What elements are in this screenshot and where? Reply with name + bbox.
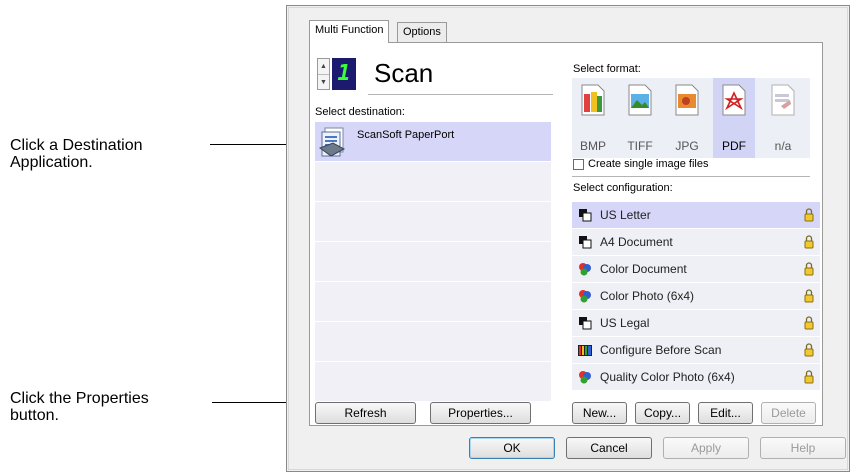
destination-empty-row xyxy=(315,322,551,362)
configure-before-scan-icon xyxy=(578,345,592,356)
lock-icon xyxy=(804,343,814,357)
jpg-file-icon xyxy=(675,84,699,116)
format-na[interactable]: n/a xyxy=(762,78,804,158)
configuration-item[interactable]: US Legal xyxy=(572,310,820,336)
lock-icon xyxy=(804,370,814,384)
spinner-up-icon[interactable]: ▲ xyxy=(318,59,329,74)
destination-empty-row xyxy=(315,282,551,322)
na-file-icon xyxy=(771,84,795,116)
lock-icon xyxy=(804,289,814,303)
title-divider xyxy=(368,94,553,95)
format-jpg[interactable]: JPG xyxy=(666,78,708,158)
format-label-pdf: PDF xyxy=(722,139,746,153)
configuration-name: Quality Color Photo (6x4) xyxy=(600,370,735,384)
format-label-bmp: BMP xyxy=(579,139,606,153)
multi-function-panel: ▲ ▼ 1 Scan Select destination: ScanSoft … xyxy=(309,42,823,426)
spinner-down-icon[interactable]: ▼ xyxy=(318,74,329,90)
black-white-icon xyxy=(579,236,592,249)
ok-button[interactable]: OK xyxy=(469,437,555,459)
lock-icon xyxy=(804,235,814,249)
configuration-item[interactable]: Quality Color Photo (6x4) xyxy=(572,364,820,390)
cancel-button[interactable]: Cancel xyxy=(566,437,652,459)
destination-callout-line2: Application. xyxy=(10,154,93,171)
format-label: Select format: xyxy=(573,63,641,75)
configuration-item[interactable]: A4 Document xyxy=(572,229,820,255)
configuration-item[interactable]: US Letter xyxy=(572,202,820,228)
configuration-name: US Letter xyxy=(600,208,651,222)
destination-callout: Click a Destination Application. xyxy=(10,137,143,171)
destination-item-paperport[interactable]: ScanSoft PaperPort xyxy=(315,122,551,162)
destination-callout-line1: Click a Destination xyxy=(10,137,143,154)
properties-callout-line1: Click the Properties xyxy=(10,390,149,407)
single-image-label: Create single image files xyxy=(588,158,709,170)
single-image-checkbox[interactable] xyxy=(573,159,584,170)
scan-title: Scan xyxy=(374,58,434,88)
destination-empty-row xyxy=(315,162,551,202)
format-pdf[interactable]: PDF xyxy=(713,78,755,158)
configuration-item[interactable]: Color Document xyxy=(572,256,820,282)
destination-list[interactable]: ScanSoft PaperPort xyxy=(315,122,551,402)
configuration-name: Configure Before Scan xyxy=(600,343,722,357)
color-icon xyxy=(579,290,591,303)
destination-empty-row xyxy=(315,362,551,402)
color-icon xyxy=(579,371,591,384)
configuration-item[interactable]: Configure Before Scan xyxy=(572,337,820,363)
delete-button[interactable]: Delete xyxy=(761,402,816,424)
black-white-icon xyxy=(579,209,592,222)
copy-button[interactable]: Copy... xyxy=(635,402,690,424)
configuration-divider xyxy=(572,176,810,177)
format-label-tiff: TIFF xyxy=(627,139,653,153)
format-label-na: n/a xyxy=(774,139,792,153)
black-white-icon xyxy=(579,317,592,330)
configuration-name: Color Document xyxy=(600,262,687,276)
destination-empty-row xyxy=(315,242,551,282)
destination-empty-row xyxy=(315,202,551,242)
tab-options[interactable]: Options xyxy=(397,22,447,42)
new-button[interactable]: New... xyxy=(572,402,627,424)
paperport-icon xyxy=(319,127,346,157)
bmp-file-icon xyxy=(581,84,605,116)
tab-multi-function[interactable]: Multi Function xyxy=(309,20,390,43)
format-selector: BMP TIFF JPG PDF n/a xyxy=(572,78,810,158)
format-bmp[interactable]: BMP xyxy=(572,78,614,158)
refresh-button[interactable]: Refresh xyxy=(315,402,416,424)
configuration-list[interactable]: US Letter A4 Document Color Document Col… xyxy=(572,202,820,391)
button-number-spinner[interactable]: ▲ ▼ xyxy=(317,58,330,90)
tiff-file-icon xyxy=(628,84,652,116)
configuration-name: Color Photo (6x4) xyxy=(600,289,695,303)
scan-dialog: Multi Function Options ▲ ▼ 1 Scan Select… xyxy=(286,5,850,472)
button-number-display: 1 xyxy=(332,58,356,90)
lock-icon xyxy=(804,262,814,276)
edit-button[interactable]: Edit... xyxy=(698,402,753,424)
lock-icon xyxy=(804,208,814,222)
configuration-label: Select configuration: xyxy=(573,182,673,194)
format-tiff[interactable]: TIFF xyxy=(619,78,661,158)
pdf-file-icon xyxy=(722,84,746,116)
properties-callout-line2: button. xyxy=(10,407,59,424)
configuration-item[interactable]: Color Photo (6x4) xyxy=(572,283,820,309)
destination-label: Select destination: xyxy=(315,106,405,118)
lock-icon xyxy=(804,316,814,330)
format-label-jpg: JPG xyxy=(675,139,699,153)
configuration-name: US Legal xyxy=(600,316,650,330)
apply-button[interactable]: Apply xyxy=(663,437,749,459)
properties-callout: Click the Properties button. xyxy=(10,390,149,424)
destination-name: ScanSoft PaperPort xyxy=(357,129,455,141)
color-icon xyxy=(579,263,591,276)
configuration-name: A4 Document xyxy=(600,235,673,249)
help-button[interactable]: Help xyxy=(760,437,846,459)
properties-button[interactable]: Properties... xyxy=(430,402,531,424)
